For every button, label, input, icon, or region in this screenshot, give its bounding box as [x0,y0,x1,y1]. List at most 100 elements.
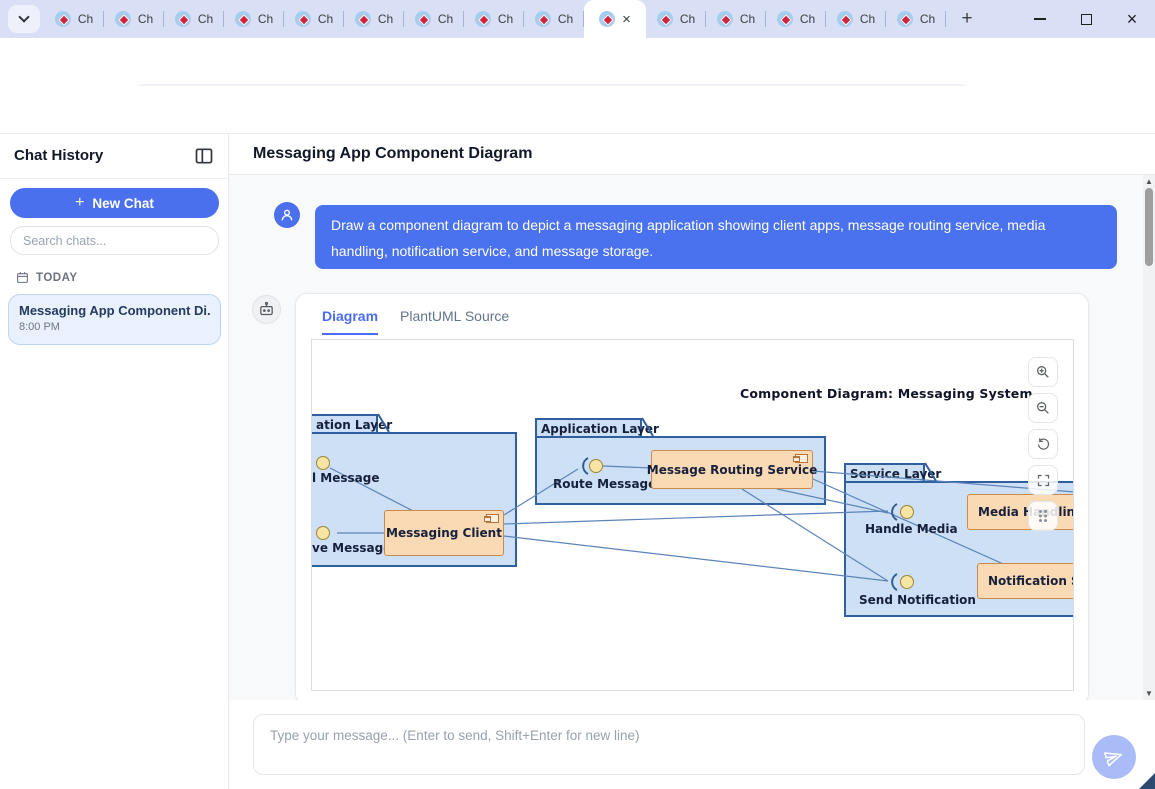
browser-tab[interactable]: Ch [224,0,284,38]
visual-paradigm-favicon-icon [295,11,311,27]
browser-tab-active[interactable]: × [584,0,646,38]
tab-title: Ch [680,12,695,26]
chat-history-sidebar: Chat History + New Chat TODAY Messaging … [0,134,229,789]
message-input[interactable] [253,714,1085,775]
chat-item-time: 8:00 PM [19,321,210,333]
diagram-viewport[interactable]: Component Diagram: Messaging System atio… [311,339,1074,691]
divider [0,178,229,179]
browser-tab[interactable]: Ch [524,0,584,38]
browser-tab-strip: Ch Ch Ch Ch Ch Ch Ch Ch Ch × Ch Ch Ch Ch Ch + × [0,0,1155,38]
browser-window: ChChChChChChChChCh×ChChChChCh + × ai-too… [0,0,1155,789]
user-avatar [274,202,300,228]
search-chats-input[interactable] [10,226,219,255]
browser-tab[interactable]: Ch [464,0,524,38]
component-icon [795,454,808,463]
tab-title: Ch [498,12,513,26]
resize-grip [1139,773,1155,789]
scroll-up-arrow[interactable]: ▲ [1143,177,1155,186]
scrollbar-thumb[interactable] [1145,188,1153,266]
window-controls: × [1017,0,1155,38]
browser-tab[interactable]: Ch [404,0,464,38]
interface-ball-route [589,459,603,473]
chat-item-title: Messaging App Component Di... [19,303,210,318]
calendar-icon [16,271,29,284]
close-button[interactable]: × [1109,0,1155,38]
visual-paradigm-favicon-icon [355,11,371,27]
interface-label: ve Message [312,541,391,555]
conversation-title: Messaging App Component Diagram [253,145,532,163]
interface-ball-media [900,505,914,519]
visual-paradigm-favicon-icon [115,11,131,27]
new-chat-label: New Chat [92,196,154,211]
tab-title: Ch [198,12,213,26]
app-header: Chatbot Visual Paradigm AI Assistant for… [0,86,1155,134]
tab-diagram[interactable]: Diagram [322,308,378,335]
maximize-icon [1081,14,1092,25]
interface-label: Handle Media [865,522,958,536]
visual-paradigm-favicon-icon [235,11,251,27]
browser-tab[interactable]: Ch [706,0,766,38]
zoom-in-button[interactable] [1028,357,1058,387]
tab-title: Ch [920,12,935,26]
visual-paradigm-favicon-icon [175,11,191,27]
tab-list: Ch Ch Ch Ch Ch Ch Ch Ch Ch × Ch Ch Ch Ch Ch [44,0,946,38]
interface-ball-notify [900,575,914,589]
interface-label: Route Message [553,477,656,491]
tab-title: Ch [860,12,875,26]
browser-tab[interactable]: Ch [344,0,404,38]
new-tab-button[interactable]: + [952,4,982,34]
browser-tab[interactable]: Ch [284,0,344,38]
tab-close-icon[interactable]: × [622,12,631,27]
component-notification-service: Notification Serv [977,563,1074,599]
browser-tab[interactable]: Ch [826,0,886,38]
browser-tab[interactable]: Ch [44,0,104,38]
browser-tab[interactable]: Ch [886,0,946,38]
interface-label: Send Notification [859,593,976,607]
send-button[interactable] [1092,735,1136,779]
tab-title: Ch [78,12,93,26]
browser-tab[interactable]: Ch [646,0,706,38]
tab-title: Ch [438,12,453,26]
browser-tab[interactable]: Ch [766,0,826,38]
chat-scroll-area[interactable]: Draw a component diagram to depict a mes… [229,175,1143,700]
tab-title: Ch [138,12,153,26]
visual-paradigm-favicon-icon [657,11,673,27]
tab-title: Ch [258,12,273,26]
tab-plantuml-source[interactable]: PlantUML Source [400,308,509,324]
conversation-header: Messaging App Component Diagram [229,134,1155,175]
chevron-down-icon [18,11,29,22]
maximize-button[interactable] [1063,0,1109,38]
paper-plane-icon [1101,744,1126,769]
date-section-label: TODAY [36,272,78,284]
visual-paradigm-favicon-icon [777,11,793,27]
new-chat-button[interactable]: + New Chat [10,188,219,218]
interface-ball-1 [316,456,330,470]
fullscreen-button[interactable] [1028,465,1058,495]
user-message-bubble: Draw a component diagram to depict a mes… [315,205,1117,269]
chat-history-item[interactable]: Messaging App Component Di... 8:00 PM [8,294,221,345]
minimize-button[interactable] [1017,0,1063,38]
bot-avatar [252,295,281,324]
tab-title: Ch [378,12,393,26]
tab-title: Ch [740,12,755,26]
date-section-header: TODAY [16,271,78,284]
drag-handle-button[interactable] [1028,501,1058,531]
tab-search-button[interactable] [8,5,40,33]
tab-title: Ch [558,12,573,26]
reset-view-button[interactable] [1028,429,1058,459]
visual-paradigm-favicon-icon [55,11,71,27]
bot-response-card: Diagram PlantUML Source Component Diagra… [295,293,1089,700]
zoom-out-button[interactable] [1028,393,1058,423]
visual-paradigm-favicon-icon [599,11,615,27]
minimize-icon [1034,18,1046,20]
browser-tab[interactable]: Ch [164,0,224,38]
component-messaging-client: Messaging Client [384,510,504,556]
interface-ball-2 [316,526,330,540]
visual-paradigm-favicon-icon [897,11,913,27]
collapse-sidebar-icon[interactable] [194,146,214,166]
vertical-scrollbar[interactable]: ▲ ▼ [1143,175,1155,700]
visual-paradigm-favicon-icon [837,11,853,27]
browser-tab[interactable]: Ch [104,0,164,38]
visual-paradigm-favicon-icon [475,11,491,27]
scroll-down-arrow[interactable]: ▼ [1143,689,1155,698]
